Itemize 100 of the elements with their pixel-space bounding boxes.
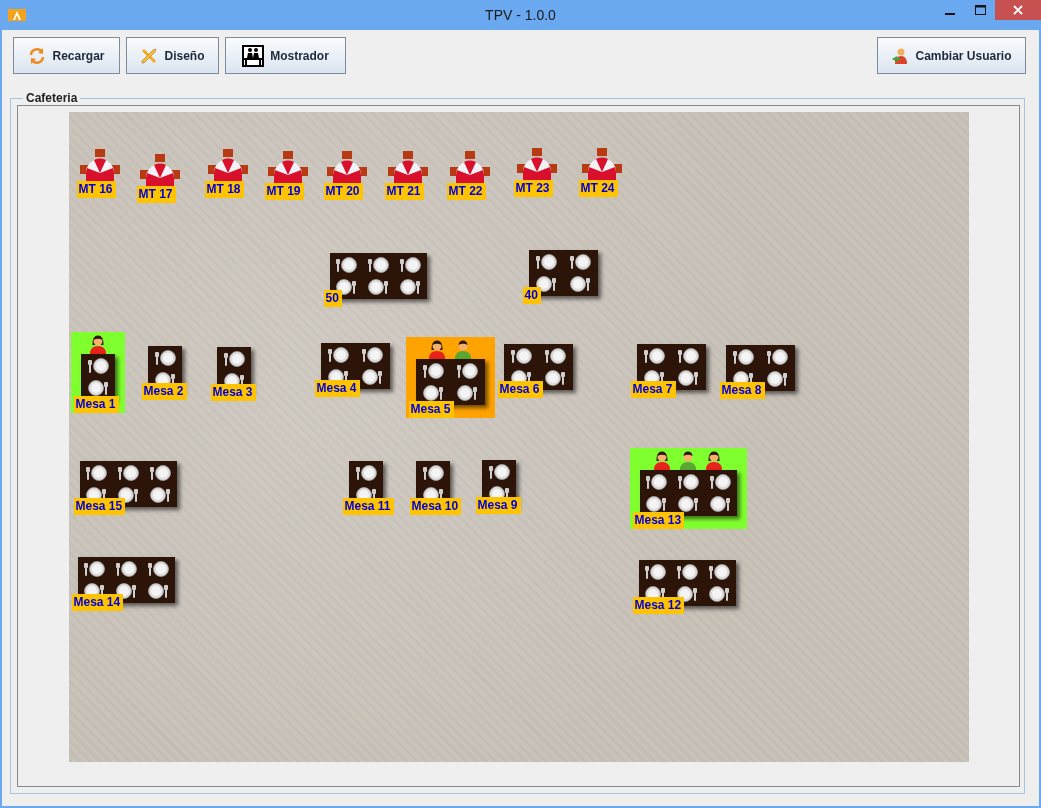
place-setting-icon [421,362,444,380]
counter-icon [242,44,265,67]
place-setting-icon [115,560,137,578]
table-label[interactable]: Mesa 10 [409,498,462,515]
parasol-table-icon [516,148,557,180]
table-label[interactable]: MT 24 [578,180,618,197]
place-setting-icon [399,278,422,296]
place-setting-icon [677,473,699,491]
table-label[interactable]: Mesa 12 [632,597,685,614]
place-setting-icon [731,348,754,366]
place-setting-icon [676,563,698,581]
place-setting-icon [708,585,731,603]
place-setting-icon [86,379,109,397]
person-icon [679,450,697,470]
place-setting-icon [222,350,245,368]
table-label[interactable]: MT 23 [513,180,553,197]
place-setting-icon [544,369,567,387]
place-setting-icon [544,347,567,365]
table-label[interactable]: 40 [522,287,541,304]
table-label[interactable]: Mesa 1 [73,396,119,413]
change-user-button[interactable]: Cambiar Usuario [877,37,1026,74]
app-logo-icon [8,9,26,21]
place-setting-icon [534,253,557,271]
user-icon [891,46,910,65]
place-setting-icon [117,464,139,482]
place-setting-icon [86,357,109,375]
parasol-table-icon [387,151,428,183]
table-label[interactable]: Mesa 3 [210,384,256,401]
toolbar-button[interactable]: Mostrador [225,37,346,74]
table-label[interactable]: MT 19 [264,183,304,200]
parasol-table-icon [207,149,248,181]
place-setting-icon [644,495,667,513]
table-label[interactable]: MT 17 [136,186,176,203]
table-label[interactable]: Mesa 14 [71,594,124,611]
place-setting-icon [326,346,349,364]
table-label[interactable]: MT 20 [323,183,363,200]
table-label[interactable]: Mesa 9 [475,497,521,514]
place-setting-icon [367,278,389,296]
place-setting-icon [399,256,422,274]
table-label[interactable]: Mesa 11 [342,498,394,515]
table-label[interactable]: MT 16 [76,181,116,198]
place-setting-icon [361,368,384,386]
place-setting-icon [361,346,384,364]
table-label[interactable]: Mesa 6 [497,381,543,398]
place-setting-icon [147,560,170,578]
place-setting-icon [153,349,176,367]
place-setting-icon [708,563,731,581]
table-label[interactable]: Mesa 7 [630,381,676,398]
table-label[interactable]: Mesa 5 [408,401,454,418]
occupied-table-highlight[interactable]: Mesa 1 [70,332,125,413]
place-setting-icon [569,275,592,293]
place-setting-icon [84,464,107,482]
person-icon [428,339,446,359]
place-setting-icon [456,384,479,402]
place-setting-icon [456,362,479,380]
table-label[interactable]: 50 [323,290,342,307]
parasol-table-icon [267,151,308,183]
place-setting-icon [147,582,170,600]
parasol-table-icon [326,151,367,183]
occupied-table-highlight[interactable]: Mesa 13 [629,448,747,529]
window-title: TPV - 1.0.0 [485,7,556,23]
place-setting-icon [354,464,377,482]
table-label[interactable]: Mesa 4 [314,380,360,397]
place-setting-icon [709,495,732,513]
place-setting-icon [677,347,700,365]
place-setting-icon [677,369,700,387]
table-label[interactable]: Mesa 13 [632,512,685,529]
parasol-table-icon [139,154,180,186]
table-label[interactable]: Mesa 2 [141,383,187,400]
place-setting-icon [82,560,105,578]
pencil-ruler-icon [140,46,159,65]
table-label[interactable]: MT 22 [446,183,486,200]
parasol-table-icon [581,148,622,180]
close-button[interactable] [995,0,1041,20]
place-setting-icon [709,473,732,491]
table-label[interactable]: MT 21 [384,183,424,200]
minimize-icon [945,13,955,15]
person-icon [88,334,107,354]
place-setting-icon [766,348,789,366]
person-icon [705,450,723,470]
place-setting-icon [642,347,665,365]
place-setting-icon [149,486,172,504]
person-icon [653,450,671,470]
table-label[interactable]: Mesa 15 [73,498,126,515]
table-label[interactable]: MT 18 [204,181,244,198]
place-setting-icon [367,256,389,274]
maximize-icon [974,5,986,15]
toolbar-button[interactable]: Recargar [13,37,120,74]
place-setting-icon [421,384,444,402]
toolbar-button[interactable]: Diseño [126,37,219,74]
place-setting-icon [149,464,172,482]
person-icon [454,339,472,359]
place-setting-icon [569,253,592,271]
place-setting-icon [487,463,510,481]
parasol-table-icon [79,149,120,181]
occupied-table-highlight[interactable]: Mesa 5 [405,337,495,418]
place-setting-icon [421,464,444,482]
place-setting-icon [509,347,532,365]
refresh-icon [28,46,47,65]
table-label[interactable]: Mesa 8 [719,382,765,399]
